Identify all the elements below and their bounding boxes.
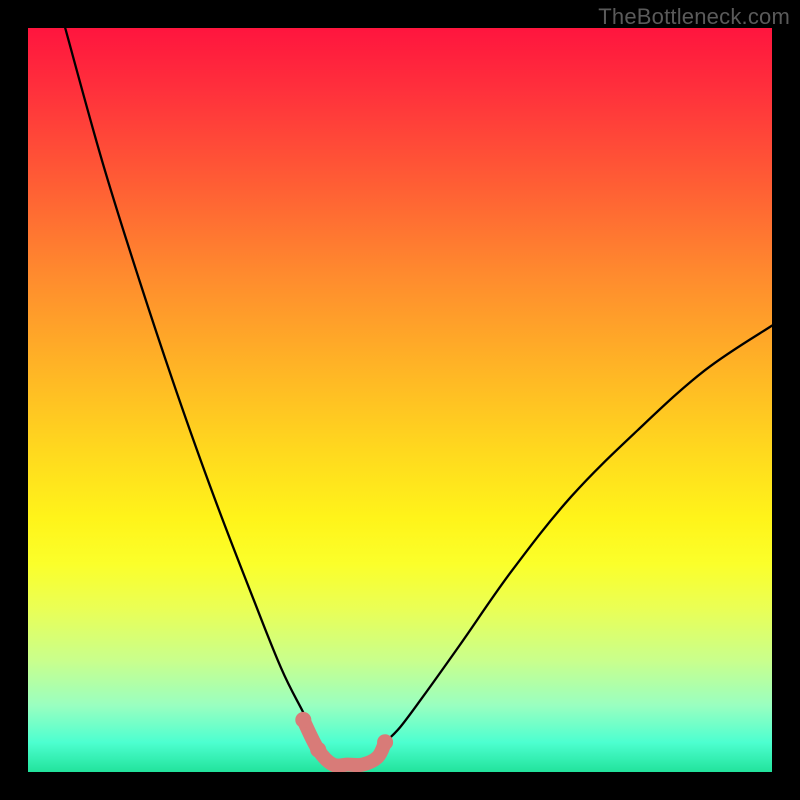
curve-right-branch bbox=[385, 326, 772, 743]
highlight-marker bbox=[295, 712, 393, 766]
highlight-dot-left-lower bbox=[310, 742, 326, 758]
chart-plot-area bbox=[28, 28, 772, 772]
chart-frame: TheBottleneck.com bbox=[0, 0, 800, 800]
curve-left-branch bbox=[65, 28, 318, 742]
bottleneck-curve bbox=[65, 28, 772, 742]
highlight-dot-right bbox=[377, 734, 393, 750]
highlight-dot-left-upper bbox=[295, 712, 311, 728]
chart-svg bbox=[28, 28, 772, 772]
watermark-text: TheBottleneck.com bbox=[598, 4, 790, 30]
